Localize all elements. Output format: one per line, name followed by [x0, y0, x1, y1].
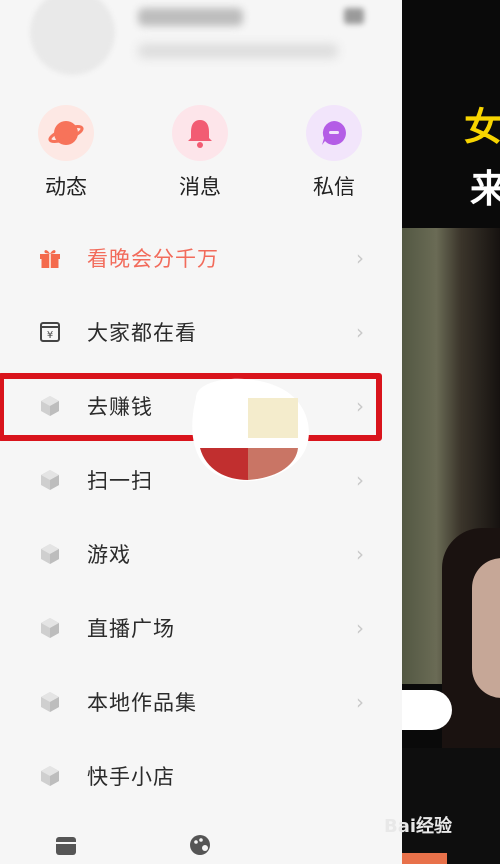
white-overlay: [402, 690, 452, 730]
menu-item-label: 直播广场: [87, 617, 175, 641]
menu-item-shop[interactable]: 快手小店: [0, 740, 402, 814]
video-caption-line1: 女: [464, 105, 500, 149]
avatar[interactable]: [30, 0, 115, 75]
menu-item-label: 快手小店: [87, 765, 175, 789]
menu-item-label: 看晚会分千万: [87, 247, 219, 271]
calendar-yen-icon: ¥: [38, 320, 62, 344]
menu-item-trending[interactable]: ¥ 大家都在看 ›: [0, 296, 402, 370]
menu-item-live-plaza[interactable]: 直播广场 ›: [0, 592, 402, 666]
quick-action-label: 消息: [179, 175, 221, 199]
video-bottom-bar: [402, 748, 500, 864]
cube-icon: [38, 616, 62, 640]
video-caption-line2: 来: [470, 167, 500, 211]
quick-action-dynamics[interactable]: 动态: [16, 105, 116, 201]
menu-item-games[interactable]: 游戏 ›: [0, 518, 402, 592]
blurred-subtitle: [138, 44, 338, 58]
quick-action-label: 动态: [45, 175, 87, 199]
menu-item-local-works[interactable]: 本地作品集 ›: [0, 666, 402, 740]
side-drawer: 动态 消息 私信 看晚会分千万 › ¥ 大家都在看 › 去赚钱 › 扫一扫 › …: [0, 0, 402, 864]
cube-icon: [38, 542, 62, 566]
blurred-username: [138, 8, 243, 26]
planet-icon: [38, 105, 94, 161]
menu-item-label: 扫一扫: [87, 469, 153, 493]
orange-strip: [402, 853, 447, 864]
quick-action-label: 私信: [313, 175, 355, 199]
chevron-right-icon: ›: [356, 542, 364, 566]
chevron-right-icon: ›: [356, 320, 364, 344]
qr-code-icon[interactable]: [344, 8, 364, 24]
cube-icon: [38, 764, 62, 788]
chevron-right-icon: ›: [356, 616, 364, 640]
watermark: Bai经验: [384, 816, 453, 837]
palette-icon[interactable]: [188, 833, 212, 857]
sticker-overlay: [192, 378, 309, 482]
cube-icon: [38, 690, 62, 714]
wallet-icon[interactable]: [54, 833, 78, 857]
chevron-right-icon: ›: [356, 468, 364, 492]
menu-item-gala[interactable]: 看晚会分千万 ›: [0, 222, 402, 296]
chat-icon: [306, 105, 362, 161]
menu-item-label: 本地作品集: [87, 691, 197, 715]
menu-item-label: 大家都在看: [87, 321, 197, 345]
profile-header[interactable]: [0, 0, 402, 88]
chevron-right-icon: ›: [356, 246, 364, 270]
svg-text:¥: ¥: [47, 330, 53, 341]
gift-icon: [38, 246, 62, 270]
chevron-right-icon: ›: [356, 690, 364, 714]
cube-icon: [38, 468, 62, 492]
quick-action-private-messages[interactable]: 私信: [284, 105, 384, 201]
background-video-panel: 女 来: [402, 0, 500, 864]
quick-action-messages[interactable]: 消息: [150, 105, 250, 201]
video-thumbnail: [402, 228, 500, 838]
menu-item-label: 游戏: [87, 543, 131, 567]
bell-icon: [172, 105, 228, 161]
